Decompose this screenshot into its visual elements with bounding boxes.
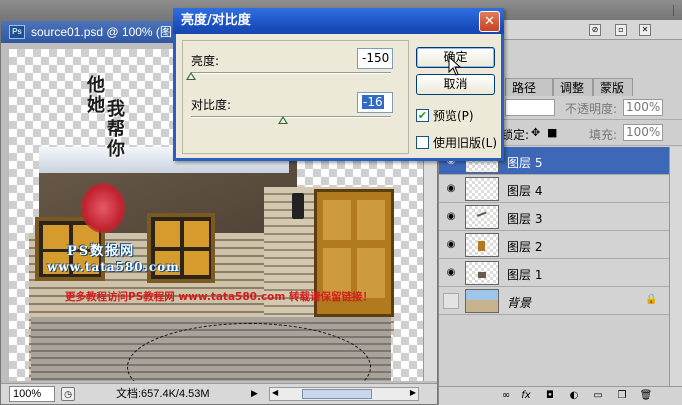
contrast-slider-track[interactable] [191,116,391,118]
layer-name: 图层 2 [507,240,543,254]
panel-tool-icon[interactable]: ⊘ [589,24,601,36]
visibility-eye-icon[interactable]: ◉ [443,210,459,224]
document-info: 文档:657.4K/4.53M [116,388,210,400]
strip-separator [673,5,674,16]
brightness-label: 亮度: [191,54,220,68]
group-icon[interactable]: ▭ [591,389,605,403]
brightness-slider-track[interactable] [191,72,391,74]
layer-name: 图层 5 [507,156,543,170]
panel-tool-icon[interactable]: ✕ [639,24,651,36]
lock-label: 锁定: [501,128,530,142]
status-bar: 100% ◷ 文档:657.4K/4.53M ▶ ◀ ▶ [1,383,437,404]
layers-scrollbar[interactable] [669,147,682,387]
preview-label: 预览(P) [433,109,474,123]
tab-paths[interactable]: 路径 [505,78,553,96]
link-icon[interactable]: ∞ [499,389,513,403]
layer-thumbnail [465,205,499,229]
contrast-field[interactable]: -16 [357,92,393,113]
legacy-label: 使用旧版(L) [433,136,498,150]
layer-row[interactable]: 背景 🔒 [439,287,669,315]
contrast-slider-handle[interactable] [278,116,288,124]
photoshop-icon: Ps [9,25,25,39]
dialog-title: 亮度/对比度 [181,13,251,28]
document-title: source01.psd @ 100% (图 [31,25,172,39]
wall-lamp [292,193,304,219]
layer-lock-icon: 🔒 [645,294,658,305]
fx-icon[interactable]: fx [519,389,533,403]
layer-row[interactable]: ◉ 图层 1 [439,259,669,287]
watermark-url: www.tata580.com [47,260,180,274]
layer-thumbnail [465,289,499,313]
visibility-eye-icon[interactable]: ◉ [443,266,459,280]
status-arrow-icon[interactable]: ▶ [251,388,258,399]
opacity-field[interactable]: 100% [623,99,663,116]
tab-adjustments[interactable]: 调整 [553,78,593,96]
layer-row[interactable]: ◉ 图层 4 [439,175,669,203]
scroll-thumb[interactable] [302,389,372,399]
layer-name: 图层 4 [507,184,543,198]
new-layer-icon[interactable]: ❐ [615,389,629,403]
watermark-site-name: PS数报网 [67,244,136,259]
brightness-field[interactable]: -150 [357,48,393,69]
lock-position-icon[interactable]: ✥ [531,126,540,139]
cancel-button[interactable]: 取消 [416,74,495,95]
mouse-cursor-icon [448,56,462,76]
panel-bottom-bar: ∞ fx ◘ ◐ ▭ ❐ 🗑 [439,386,682,405]
dialog-title-bar[interactable]: 亮度/对比度 ✕ [173,8,504,34]
legacy-checkbox[interactable] [416,136,429,149]
status-menu-icon[interactable]: ◷ [61,387,75,401]
brightness-contrast-dialog: 亮度/对比度 ✕ 亮度: -150 对比度: -16 确定 取消 ✔ 预览(P)… [173,8,504,161]
preview-checkbox[interactable]: ✔ [416,109,429,122]
contrast-label: 对比度: [191,98,232,112]
adjustment-icon[interactable]: ◐ [567,389,581,403]
layer-list: ◉ 图层 5 ◉ 图层 4 ◉ 图层 3 ◉ 图层 2 ◉ [439,147,669,315]
zoom-field[interactable]: 100% [9,386,55,402]
layer-row[interactable]: ◉ 图层 3 [439,203,669,231]
fill-label: 填充: [589,128,618,142]
watermark-seal [81,183,125,233]
panel-tool-icon[interactable]: ▫ [615,24,627,36]
trash-icon[interactable]: 🗑 [639,389,653,403]
watermark-notice: 更多教程访问PS教程网 www.tata580.com 转载请保留链接！ [65,291,373,303]
layer-thumbnail [465,261,499,285]
layer-thumbnail [465,233,499,257]
layer-name: 背景 [507,296,532,310]
tab-masks[interactable]: 蒙版 [593,78,633,96]
opacity-label: 不透明度: [565,102,618,116]
canvas-horizontal-scrollbar[interactable]: ◀ ▶ [269,387,419,401]
mask-icon[interactable]: ◘ [543,389,557,403]
lock-all-icon[interactable]: ■ [547,126,557,139]
fill-field[interactable]: 100% [623,124,663,141]
visibility-toggle-empty[interactable] [443,293,459,309]
scroll-left-icon[interactable]: ◀ [272,388,278,397]
layer-name: 图层 1 [507,268,543,282]
layer-name: 图层 3 [507,212,543,226]
layer-row[interactable]: ◉ 图层 2 [439,231,669,259]
watermark-vertical-2: 我帮你 [104,99,125,159]
brightness-slider-handle[interactable] [186,72,196,80]
blend-mode-select[interactable] [505,99,555,116]
visibility-eye-icon[interactable]: ◉ [443,238,459,252]
scroll-right-icon[interactable]: ▶ [410,388,416,397]
visibility-eye-icon[interactable]: ◉ [443,182,459,196]
layer-thumbnail [465,177,499,201]
close-icon[interactable]: ✕ [479,11,500,32]
